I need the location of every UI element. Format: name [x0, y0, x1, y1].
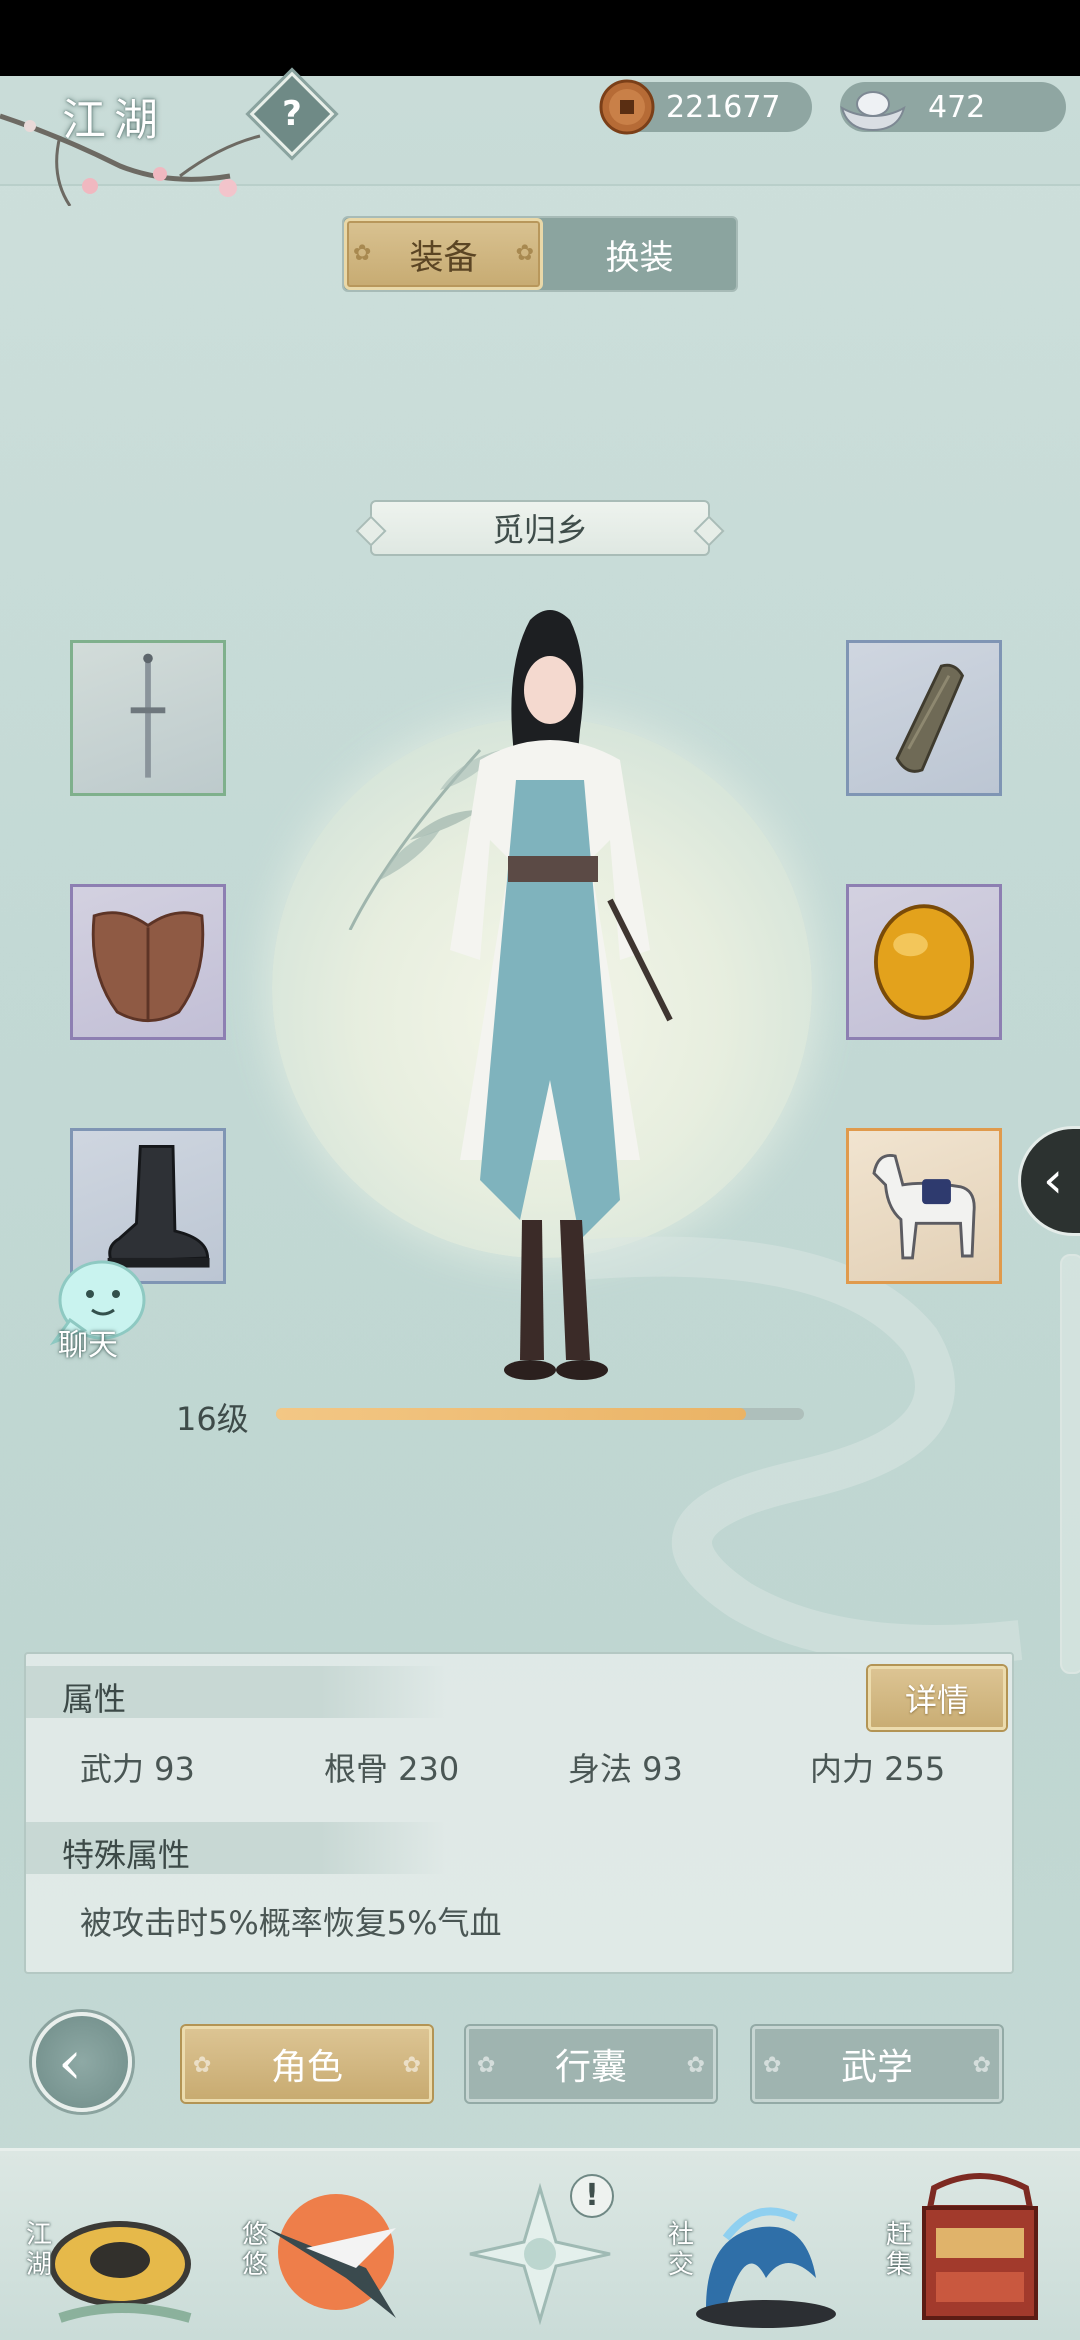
attributes-header: 属性 — [26, 1666, 446, 1718]
tab-character[interactable]: 角色 — [182, 2026, 432, 2102]
question-icon: ? — [282, 94, 302, 134]
tab-martial-arts[interactable]: 武学 — [752, 2026, 1002, 2102]
copper-coin-icon — [599, 79, 655, 135]
page-title: 江湖 — [62, 95, 166, 146]
character-model — [450, 610, 673, 1380]
chevron-left-icon: ‹ — [1043, 1151, 1063, 1209]
nav-jianghu[interactable]: 江湖 — [20, 2168, 200, 2340]
horse-icon — [872, 1153, 976, 1260]
silver-ingot-icon — [840, 91, 906, 132]
details-button[interactable]: 详情 — [868, 1666, 1006, 1730]
attributes-title: 属性 — [62, 1680, 127, 1718]
status-bar — [0, 0, 1080, 76]
copper-currency: 221677 — [599, 79, 812, 135]
stat-constitution: 根骨 230 — [324, 1750, 460, 1788]
location-banner: 觅归乡 — [370, 500, 710, 556]
tab-inventory[interactable]: 行囊 — [466, 2026, 716, 2102]
nav-label-market: 赶集 — [886, 2220, 913, 2280]
back-button[interactable]: ‹ — [32, 2012, 132, 2112]
special-attribute-text: 被攻击时5%概率恢复5%气血 — [80, 1904, 502, 1942]
tab-outfit[interactable]: 换装 — [543, 218, 736, 290]
leather-armor-icon — [91, 911, 205, 1022]
silver-amount: 472 — [928, 90, 986, 125]
slot-accessory[interactable] — [846, 884, 1002, 1040]
sword-icon — [130, 653, 166, 778]
nav-social[interactable]: 社交 — [666, 2168, 846, 2340]
tab-equipment[interactable]: 装备 — [344, 218, 543, 290]
stat-agility: 身法 93 — [568, 1750, 683, 1788]
copper-amount: 221677 — [666, 90, 781, 125]
nav-label-jianghu: 江湖 — [26, 2220, 53, 2280]
experience-bar — [276, 1408, 804, 1420]
slot-bracer[interactable] — [846, 640, 1002, 796]
special-attributes-title: 特殊属性 — [62, 1836, 191, 1874]
silver-currency: 472 — [840, 82, 1066, 132]
equip-tab-group: 装备 换装 — [342, 216, 738, 292]
nav-market[interactable]: 赶集 — [880, 2168, 1060, 2340]
slot-mount[interactable] — [846, 1128, 1002, 1284]
level-label: 16级 — [176, 1400, 249, 1438]
stat-inner-power: 内力 255 — [810, 1750, 946, 1788]
bracer-icon — [895, 663, 965, 773]
experience-fill — [276, 1408, 746, 1420]
amber-gem-icon — [874, 904, 974, 1020]
nav-youyou[interactable]: 悠悠 — [236, 2168, 416, 2340]
slot-armor[interactable] — [70, 884, 226, 1040]
side-scroll-track[interactable] — [1060, 1254, 1080, 1674]
nav-label-social: 社交 — [668, 2220, 695, 2280]
special-attributes-header: 特殊属性 — [26, 1822, 446, 1874]
back-arrow-icon: ‹ — [58, 2028, 82, 2098]
nav-label-youyou: 悠悠 — [242, 2220, 269, 2280]
slot-weapon[interactable] — [70, 640, 226, 796]
stat-strength: 武力 93 — [80, 1750, 195, 1788]
alert-icon: ! — [570, 2174, 614, 2218]
chat-label[interactable]: 聊天 — [58, 1320, 118, 1364]
